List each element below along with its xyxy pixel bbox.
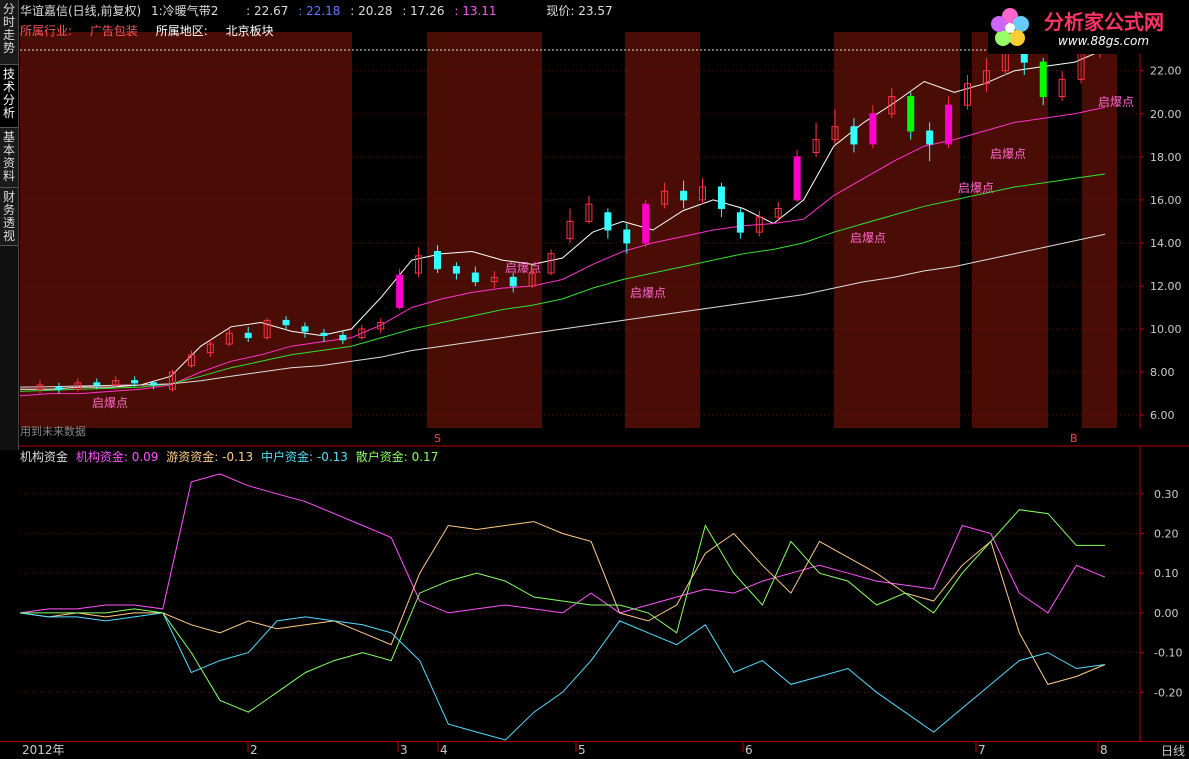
price-tick-label-6: 18.00: [1150, 151, 1182, 164]
ind-tick-label-2: 0.10: [1154, 567, 1179, 580]
price-axis: 6.00 8.00 10.00 12.00 14.00 16.00 18.00 20.00 22…: [1139, 32, 1182, 428]
title-bar: 华谊嘉信(日线,前复权) 1:冷暖气带2 : 22.67 : 22.18 : 2…: [20, 2, 619, 18]
candle-body-46: [907, 96, 915, 132]
candle-body-31: [623, 229, 631, 244]
candle-body-6: [150, 382, 158, 386]
side-tabs: 分时走势技术分析基本资料财务透视: [0, 0, 19, 450]
industry-label: 所属行业:: [20, 24, 73, 38]
ind-line-1: [19, 521, 1106, 685]
ind-tick-label-4: -0.10: [1154, 647, 1182, 660]
value-1: : 22.67: [246, 4, 289, 18]
price-tick-label-2: 10.00: [1150, 323, 1182, 336]
value-4: : 17.26: [402, 4, 445, 18]
candle-body-44: [869, 113, 877, 145]
legend-retail: 散户资金: 0.17: [355, 450, 439, 464]
side-tab-3[interactable]: 财务透视: [0, 188, 18, 246]
candle-body-34: [680, 190, 688, 201]
bottom-bar: [0, 741, 1189, 758]
signal-label-3: 启爆点: [850, 231, 886, 245]
candle-body-16: [339, 334, 347, 341]
legend-inst: 机构资金: 0.09: [75, 450, 159, 464]
price-tick-label-4: 14.00: [1150, 237, 1182, 250]
candle-body-23: [471, 272, 479, 283]
ind-line-3: [20, 509, 1105, 713]
site-logo: 分析家公式网 www.88gs.com: [988, 2, 1188, 54]
candle-body-22: [452, 266, 460, 274]
indicator-title: 1:冷暖气带2: [151, 4, 219, 18]
candle-body-11: [244, 332, 252, 339]
value-2: : 22.18: [298, 4, 341, 18]
period-tab[interactable]: 日线: [1161, 742, 1185, 759]
candle-body-5: [131, 380, 139, 384]
warm-band-2: [625, 32, 700, 428]
candle-body-30: [604, 212, 612, 231]
candle-body-21: [434, 251, 441, 270]
price-label: 现价: 23.57: [546, 4, 613, 18]
candle-body-19: [396, 274, 404, 308]
indicator-panel: [0, 445, 1189, 741]
signal-label-5: 启爆点: [958, 181, 994, 195]
warm-band-3: [834, 32, 960, 428]
price-tick-label-5: 16.00: [1150, 194, 1182, 207]
candle-body-40: [793, 156, 801, 201]
price-tick-label-7: 20.00: [1150, 108, 1182, 121]
region-label: 所属地区:: [155, 24, 208, 38]
warm-band-5: [1082, 32, 1117, 428]
signal-label-0: 启爆点: [92, 396, 128, 410]
ind-line-0: [19, 473, 1106, 614]
stock-title: 华谊嘉信(日线,前复权): [20, 4, 142, 18]
ind-tick-label-5: -0.20: [1154, 686, 1182, 699]
candle-body-32: [642, 203, 650, 244]
chart-canvas[interactable]: 6.00 8.00 10.00 12.00 14.00 16.00 18.00 20.00 22…: [0, 0, 1189, 757]
candle-body-3: [93, 382, 101, 386]
candle-body-48: [945, 104, 953, 145]
candle-body-25: [509, 276, 517, 287]
candle-body-43: [850, 126, 858, 145]
side-tab-2[interactable]: 基本资料: [0, 128, 18, 188]
logo-url: www.88gs.com: [1058, 34, 1150, 48]
candle-body-13: [282, 319, 290, 326]
candle-body-36: [717, 186, 725, 209]
region-value: 北京板块: [225, 24, 274, 38]
side-tab-0[interactable]: 分时走势: [0, 0, 18, 65]
price-tick-label-3: 12.00: [1150, 280, 1182, 293]
ind-line-2: [19, 612, 1106, 741]
value-5: : 13.11: [454, 4, 497, 18]
side-tab-1[interactable]: 技术分析: [0, 65, 18, 128]
candle-body-47: [926, 130, 934, 145]
value-3: : 20.28: [350, 4, 393, 18]
warm-band-1: [427, 32, 542, 428]
indicator-axis: 0.30 0.20 0.10 0.00 -0.10 -0.20: [1139, 446, 1182, 741]
indicator-name: 机构资金: [20, 450, 69, 464]
industry-value: 广告包装: [89, 24, 138, 38]
warm-band-4: [972, 32, 1048, 428]
info-bar: 所属行业: 广告包装 所属地区: 北京板块: [20, 22, 288, 39]
candle-body-53: [1039, 61, 1047, 98]
future-data-note: 用到未来数据: [20, 425, 86, 438]
legend-mid: 中户资金: -0.13: [261, 450, 348, 464]
ind-tick-label-3: 0.00: [1154, 607, 1179, 620]
candle-body-14: [301, 326, 309, 332]
signal-label-4: 启爆点: [990, 147, 1026, 161]
signal-label-1: 启爆点: [505, 261, 541, 275]
warm-cold-bands: [20, 32, 1140, 428]
signal-label-6: 启爆点: [1098, 95, 1134, 109]
price-tick-label-0: 6.00: [1150, 409, 1175, 422]
signal-label-2: 启爆点: [630, 286, 666, 300]
price-tick-label-8: 22.00: [1150, 65, 1182, 78]
indicator-title-bar: 机构资金 机构资金: 0.09 游资资金: -0.13 中户资金: -0.13 …: [20, 448, 442, 465]
candle-body-1: [55, 386, 63, 390]
warm-band-0: [20, 32, 352, 428]
sell-marker: S: [434, 432, 441, 445]
logo-name: 分析家公式网: [1044, 10, 1164, 34]
candle-body-15: [320, 332, 328, 336]
ind-tick-label-0: 0.30: [1154, 488, 1179, 501]
buy-marker: B: [1070, 432, 1078, 445]
ind-tick-label-1: 0.20: [1154, 527, 1179, 540]
candle-body-37: [736, 212, 744, 233]
price-tick-label-1: 8.00: [1150, 366, 1175, 379]
legend-hot: 游资资金: -0.13: [166, 450, 254, 464]
